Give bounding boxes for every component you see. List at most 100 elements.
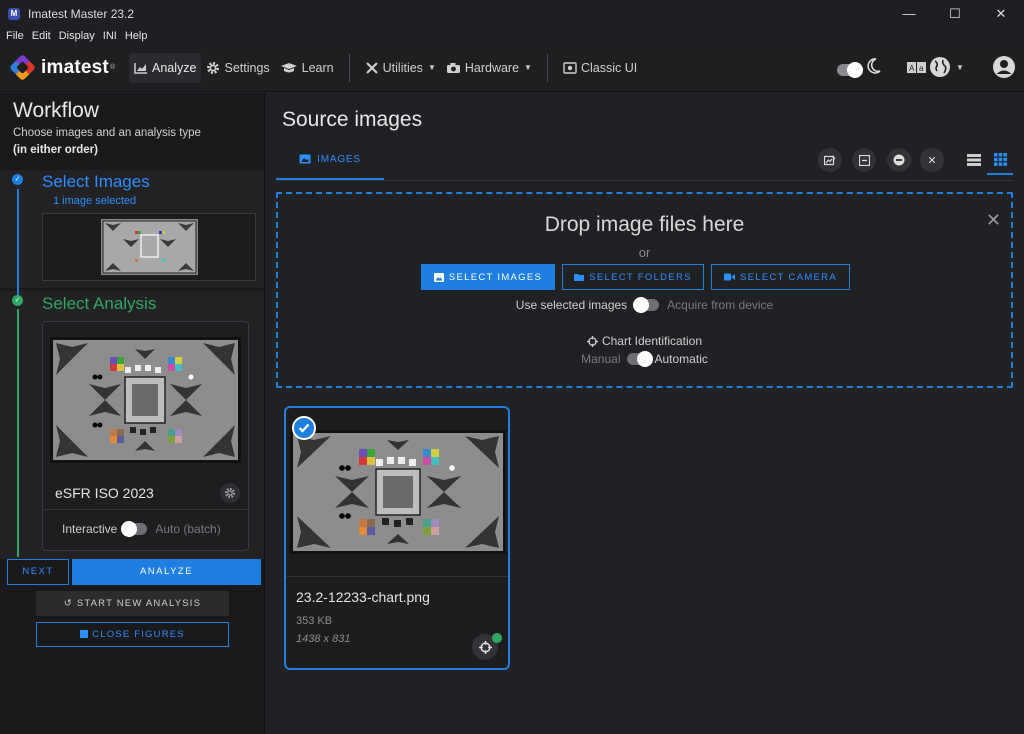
- gear-icon: [224, 487, 236, 499]
- select-camera-button[interactable]: SELECT CAMERA: [711, 264, 850, 290]
- app-icon: M: [8, 7, 20, 20]
- select-images-button[interactable]: SELECT IMAGES: [421, 264, 555, 290]
- tabs-divider: [276, 180, 1013, 181]
- image-dimensions: 1438 x 831: [296, 633, 351, 645]
- analysis-settings-button[interactable]: [220, 483, 240, 503]
- menu-display[interactable]: Display: [59, 30, 95, 42]
- caret-down-icon: ▼: [427, 63, 436, 72]
- tab-images[interactable]: IMAGES: [276, 140, 384, 180]
- images-icon: [299, 154, 311, 164]
- utilities-menu-button[interactable]: Utilities ▼: [360, 53, 441, 83]
- collapse-button[interactable]: [852, 148, 876, 172]
- interactive-mode-row: Interactive Auto (batch): [62, 521, 221, 537]
- interactive-label: Interactive: [62, 522, 118, 536]
- close-window-button[interactable]: ✕: [978, 0, 1024, 27]
- analysis-name: eSFR ISO 2023: [55, 485, 154, 501]
- close-figures-button[interactable]: CLOSE FIGURES: [36, 622, 229, 647]
- chart-identified-badge: [492, 633, 502, 643]
- grid-view-button[interactable]: [987, 145, 1013, 175]
- list-view-icon: [967, 154, 981, 166]
- main-toolbar: imatest ® Analyze Settings Learn Utilitie…: [0, 44, 1024, 92]
- crosshair-icon: [478, 640, 492, 654]
- chart-identification-row: Chart Identification: [276, 334, 1013, 348]
- chart-thumbnail-image: [101, 219, 198, 275]
- learn-button[interactable]: Learn: [275, 53, 339, 83]
- chart-id-mode-row: Manual Automatic: [276, 351, 1013, 367]
- toolbar-separator: [546, 53, 548, 82]
- utilities-label: Utilities: [382, 60, 423, 75]
- start-new-analysis-label: START NEW ANALYSIS: [76, 598, 202, 609]
- image-source-row: Use selected images Acquire from device: [276, 297, 1013, 313]
- start-new-analysis-button[interactable]: ↺ START NEW ANALYSIS: [36, 591, 229, 616]
- automatic-label: Automatic: [654, 352, 708, 366]
- images-selected-count: 1 image selected: [53, 195, 137, 207]
- language-caret-icon[interactable]: ▼: [956, 63, 964, 72]
- menu-ini[interactable]: INI: [103, 30, 117, 42]
- title-bar: M Imatest Master 23.2 — ☐ ✕: [0, 0, 1024, 27]
- grid-view-icon: [993, 152, 1007, 166]
- edit-image-button[interactable]: [818, 148, 842, 172]
- maximize-button[interactable]: ☐: [932, 0, 978, 27]
- image-edit-icon: [824, 155, 836, 165]
- tools-icon: [365, 61, 378, 74]
- acquire-from-device-label: Acquire from device: [667, 298, 774, 312]
- hardware-label: Hardware: [464, 60, 520, 75]
- close-drop-zone-icon[interactable]: ✕: [986, 210, 1001, 231]
- menu-edit[interactable]: Edit: [32, 30, 51, 42]
- card-divider: [286, 576, 508, 577]
- graduation-cap-icon: [280, 62, 297, 72]
- auto-batch-label: Auto (batch): [155, 522, 221, 536]
- svg-text:a: a: [919, 64, 924, 73]
- select-camera-label: SELECT CAMERA: [740, 271, 837, 283]
- select-folders-button[interactable]: SELECT FOLDERS: [562, 264, 704, 290]
- source-images-title: Source images: [282, 108, 423, 131]
- chart-id-mode-toggle[interactable]: [626, 351, 653, 367]
- select-images-title[interactable]: Select Images: [42, 172, 150, 192]
- close-icon: ✕: [927, 154, 937, 167]
- selected-image-thumbnail[interactable]: [42, 213, 256, 281]
- settings-button[interactable]: Settings: [201, 53, 274, 83]
- analyze-tab-button[interactable]: Analyze: [129, 52, 202, 83]
- manual-label: Manual: [581, 352, 621, 366]
- select-analysis-title[interactable]: Select Analysis: [42, 294, 156, 314]
- select-folders-label: SELECT FOLDERS: [589, 271, 692, 283]
- step-check-icon: ✓: [12, 295, 23, 306]
- user-account-icon[interactable]: [992, 55, 1016, 79]
- image-card[interactable]: 23.2-12233-chart.png 353 KB 1438 x 831: [284, 406, 510, 670]
- learn-label: Learn: [301, 60, 334, 75]
- chart-icon: [134, 62, 147, 74]
- globe-icon[interactable]: [929, 56, 951, 78]
- caret-down-icon: ▼: [524, 63, 532, 72]
- analysis-card[interactable]: eSFR ISO 2023 Interactive Auto (batch): [42, 321, 249, 551]
- svg-text:A: A: [909, 64, 915, 73]
- remove-image-button[interactable]: [887, 148, 911, 172]
- next-button[interactable]: NEXT: [7, 559, 69, 585]
- classic-ui-button[interactable]: Classic UI: [558, 53, 642, 83]
- translate-icon[interactable]: Aa: [907, 62, 927, 74]
- select-images-label: SELECT IMAGES: [448, 271, 543, 283]
- menu-help[interactable]: Help: [125, 30, 148, 42]
- minus-circle-icon: [893, 154, 905, 166]
- settings-label: Settings: [224, 60, 270, 75]
- step-progress-line: [17, 189, 19, 297]
- image-selected-check-icon[interactable]: [292, 416, 316, 440]
- list-view-button[interactable]: [961, 145, 987, 175]
- theme-toggle[interactable]: [837, 61, 863, 79]
- clear-images-button[interactable]: ✕: [920, 148, 944, 172]
- analyze-button[interactable]: ANALYZE: [72, 559, 261, 585]
- reset-icon: ↺: [63, 598, 73, 609]
- image-filename: 23.2-12233-chart.png: [296, 589, 430, 605]
- hardware-menu-button[interactable]: Hardware ▼: [441, 53, 537, 83]
- window-title: Imatest Master 23.2: [28, 6, 135, 21]
- tab-images-label: IMAGES: [317, 153, 361, 165]
- crosshair-icon: [586, 335, 598, 347]
- video-camera-icon: [724, 273, 736, 281]
- image-source-toggle[interactable]: [633, 297, 660, 313]
- interactive-auto-toggle[interactable]: [121, 521, 148, 537]
- use-selected-label: Use selected images: [515, 298, 628, 312]
- toolbar-separator: [348, 53, 350, 82]
- close-box-icon: [80, 630, 89, 639]
- menu-file[interactable]: File: [6, 30, 24, 42]
- minimize-button[interactable]: —: [886, 0, 932, 27]
- gear-icon: [207, 61, 220, 74]
